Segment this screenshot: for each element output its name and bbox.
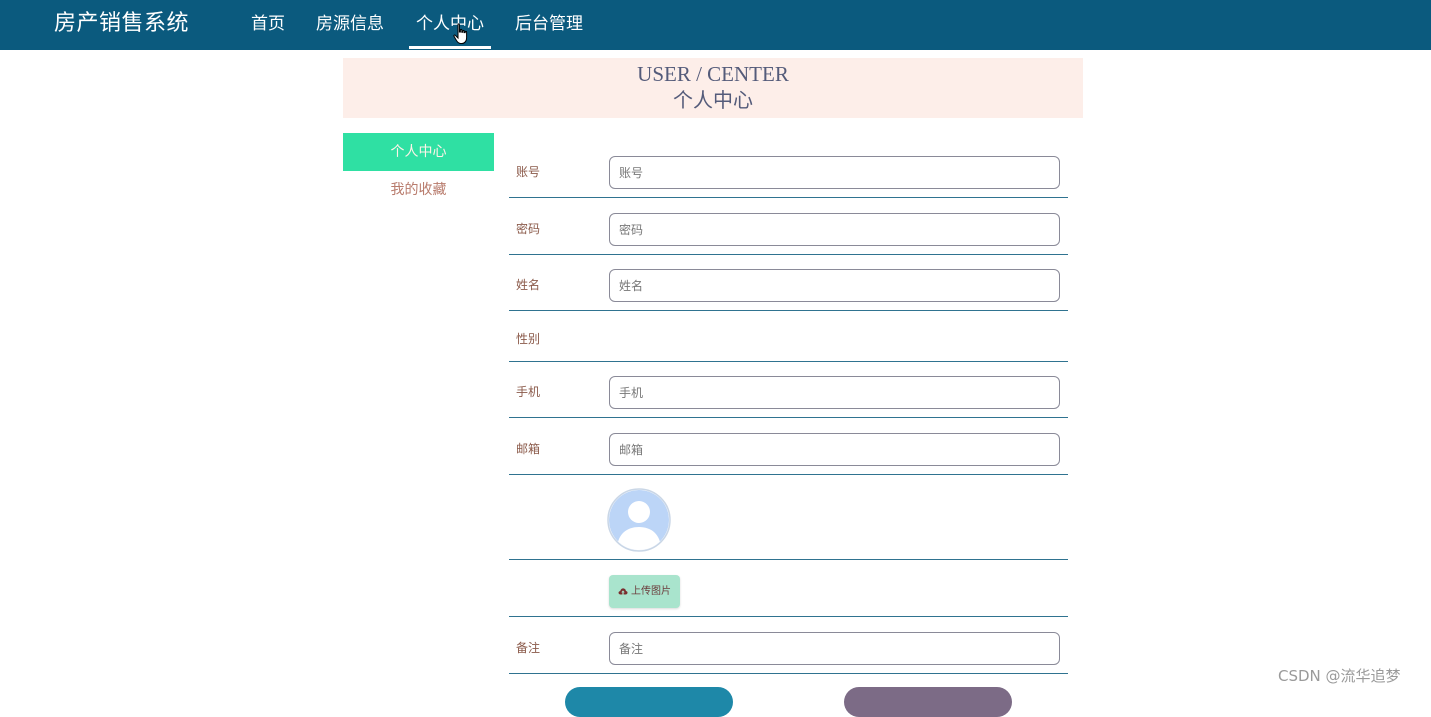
user-avatar-icon — [607, 488, 671, 552]
email-input[interactable] — [609, 433, 1060, 466]
remark-input[interactable] — [609, 632, 1060, 665]
phone-label: 手机 — [516, 385, 541, 399]
nav-house-listings[interactable]: 房源信息 — [316, 12, 384, 36]
page-banner: USER / CENTER 个人中心 — [343, 58, 1083, 118]
nav-home[interactable]: 首页 — [251, 12, 285, 36]
row-divider — [509, 310, 1068, 311]
password-input[interactable] — [609, 213, 1060, 246]
cloud-upload-icon — [618, 587, 628, 594]
nav-admin[interactable]: 后台管理 — [515, 12, 583, 36]
logout-button[interactable] — [844, 687, 1012, 717]
remark-label: 备注 — [516, 641, 541, 655]
row-divider — [509, 673, 1068, 674]
account-label: 账号 — [516, 165, 541, 179]
upload-image-label: 上传图片 — [631, 586, 671, 597]
row-divider — [509, 474, 1068, 475]
csdn-watermark: CSDN @流华追梦 — [1278, 667, 1401, 685]
banner-title-en: USER / CENTER — [637, 62, 789, 86]
gender-label: 性别 — [516, 332, 541, 346]
brand-title[interactable]: 房产销售系统 — [54, 10, 189, 38]
password-label: 密码 — [516, 222, 541, 236]
row-divider — [509, 254, 1068, 255]
row-divider — [509, 197, 1068, 198]
row-divider — [509, 559, 1068, 560]
sidebar-item-user-center[interactable]: 个人中心 — [343, 133, 494, 171]
nav-user-center[interactable]: 个人中心 — [416, 12, 484, 36]
row-divider — [509, 417, 1068, 418]
row-divider — [509, 616, 1068, 617]
top-navbar: 房产销售系统 首页 房源信息 个人中心 后台管理 — [0, 0, 1431, 50]
email-label: 邮箱 — [516, 442, 541, 456]
banner-title-cn: 个人中心 — [673, 90, 753, 112]
submit-button[interactable] — [565, 687, 733, 717]
active-nav-indicator — [409, 46, 491, 49]
hand-pointer-icon — [453, 23, 468, 44]
sidebar-item-favorites[interactable]: 我的收藏 — [343, 175, 494, 205]
upload-image-button[interactable]: 上传图片 — [609, 575, 680, 608]
name-input[interactable] — [609, 269, 1060, 302]
row-divider — [509, 361, 1068, 362]
name-label: 姓名 — [516, 278, 541, 292]
phone-input[interactable] — [609, 376, 1060, 409]
account-input[interactable] — [609, 156, 1060, 189]
